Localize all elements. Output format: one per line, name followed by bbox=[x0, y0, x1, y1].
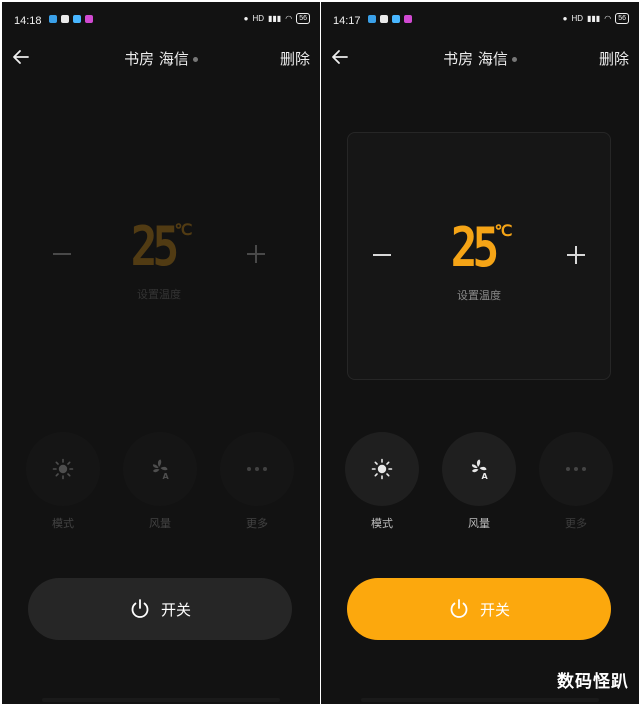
more-button[interactable] bbox=[539, 432, 613, 506]
delete-button[interactable]: 删除 bbox=[280, 48, 310, 69]
status-time: 14:18 bbox=[14, 15, 42, 27]
power-label: 开关 bbox=[479, 600, 510, 619]
device-name: 书房 海信 bbox=[443, 50, 508, 68]
more-control[interactable]: 更多 bbox=[220, 432, 294, 531]
temperature-unit: ℃ bbox=[174, 220, 193, 239]
mode-label: 模式 bbox=[52, 517, 74, 530]
temperature-unit: ℃ bbox=[494, 221, 513, 240]
temperature-card: 25℃ 设置温度 bbox=[347, 132, 611, 380]
app-notification-icon bbox=[61, 15, 69, 23]
mode-label: 模式 bbox=[371, 517, 393, 530]
power-button[interactable]: 开关 bbox=[347, 578, 611, 640]
top-bar: 书房 海信 删除 bbox=[2, 44, 320, 74]
phone-screen-off-state: 14:18 ● HD ▮▮▮ ◠ 56 书房 海信 删除 25℃ 设置温度 模式… bbox=[2, 2, 320, 704]
wifi-icon: ◠ bbox=[604, 14, 612, 23]
app-notification-icon bbox=[49, 15, 57, 23]
app-notification-icon bbox=[404, 15, 412, 23]
wifi-icon: ◠ bbox=[285, 14, 293, 23]
mode-button[interactable] bbox=[26, 432, 100, 506]
status-dot-icon bbox=[192, 57, 198, 62]
power-icon bbox=[450, 599, 468, 618]
more-label: 更多 bbox=[246, 517, 268, 530]
app-notification-icon bbox=[85, 15, 93, 23]
control-row: 模式 A 风量 更多 bbox=[2, 432, 320, 532]
more-icon bbox=[566, 467, 586, 471]
app-notification-icon bbox=[368, 15, 376, 23]
phone-screen-on-state: 14:17 ● HD ▮▮▮ ◠ 56 书房 海信 删除 25℃ 设置温度 模式… bbox=[321, 2, 639, 704]
home-indicator bbox=[42, 698, 280, 702]
notification-icons bbox=[368, 15, 412, 23]
more-label: 更多 bbox=[565, 517, 587, 530]
sun-icon bbox=[371, 458, 393, 480]
status-time: 14:17 bbox=[333, 15, 361, 27]
increase-temperature-button[interactable] bbox=[246, 244, 266, 264]
page-title: 书房 海信 bbox=[321, 48, 639, 69]
watermark: 数码怪趴 bbox=[557, 672, 629, 692]
more-button[interactable] bbox=[220, 432, 294, 506]
temperature-label: 设置温度 bbox=[457, 289, 501, 302]
system-status-icons: ● HD ▮▮▮ ◠ 56 bbox=[563, 13, 629, 24]
signal-icon: ▮▮▮ bbox=[587, 14, 601, 23]
mode-control[interactable]: 模式 bbox=[345, 432, 419, 531]
mode-button[interactable] bbox=[345, 432, 419, 506]
fan-auto-icon: A bbox=[471, 459, 489, 481]
mode-control[interactable]: 模式 bbox=[26, 432, 100, 531]
fan-speed-control[interactable]: A 风量 bbox=[123, 432, 197, 531]
svg-text:A: A bbox=[163, 472, 170, 481]
qq-icon bbox=[73, 15, 81, 23]
fan-speed-button[interactable]: A bbox=[123, 432, 197, 506]
page-title: 书房 海信 bbox=[2, 48, 320, 69]
fan-speed-label: 风量 bbox=[149, 517, 171, 530]
status-dot-icon bbox=[511, 57, 517, 62]
battery-icon: 56 bbox=[615, 13, 629, 24]
mic-icon: ● bbox=[243, 14, 249, 23]
status-bar: 14:17 ● HD ▮▮▮ ◠ 56 bbox=[321, 2, 639, 38]
fan-speed-label: 风量 bbox=[468, 517, 490, 530]
power-label: 开关 bbox=[160, 600, 191, 619]
notification-icons bbox=[49, 15, 93, 23]
increase-temperature-button[interactable] bbox=[566, 245, 586, 265]
top-bar: 书房 海信 删除 bbox=[321, 44, 639, 74]
power-button[interactable]: 开关 bbox=[28, 578, 292, 640]
home-indicator bbox=[361, 698, 599, 702]
system-status-icons: ● HD ▮▮▮ ◠ 56 bbox=[244, 13, 310, 24]
qq-icon bbox=[392, 15, 400, 23]
signal-icon: ▮▮▮ bbox=[268, 14, 282, 23]
svg-text:A: A bbox=[482, 472, 489, 481]
sun-icon bbox=[52, 458, 74, 480]
power-icon bbox=[131, 599, 149, 618]
hd-icon: HD bbox=[252, 14, 264, 23]
temperature-value: 25 bbox=[450, 216, 498, 279]
status-bar: 14:18 ● HD ▮▮▮ ◠ 56 bbox=[2, 2, 320, 38]
more-icon bbox=[247, 467, 267, 471]
fan-speed-button[interactable]: A bbox=[442, 432, 516, 506]
device-name: 书房 海信 bbox=[124, 50, 189, 68]
fan-auto-icon: A bbox=[152, 459, 170, 481]
battery-icon: 56 bbox=[296, 13, 310, 24]
hd-icon: HD bbox=[571, 14, 583, 23]
temperature-label: 设置温度 bbox=[137, 288, 181, 301]
delete-button[interactable]: 删除 bbox=[599, 48, 629, 69]
more-control[interactable]: 更多 bbox=[539, 432, 613, 531]
control-row: 模式 A 风量 更多 bbox=[321, 432, 639, 532]
app-notification-icon bbox=[380, 15, 388, 23]
temperature-value: 25 bbox=[130, 215, 178, 278]
temperature-card: 25℃ 设置温度 bbox=[28, 132, 290, 378]
fan-speed-control[interactable]: A 风量 bbox=[442, 432, 516, 531]
mic-icon: ● bbox=[562, 14, 568, 23]
